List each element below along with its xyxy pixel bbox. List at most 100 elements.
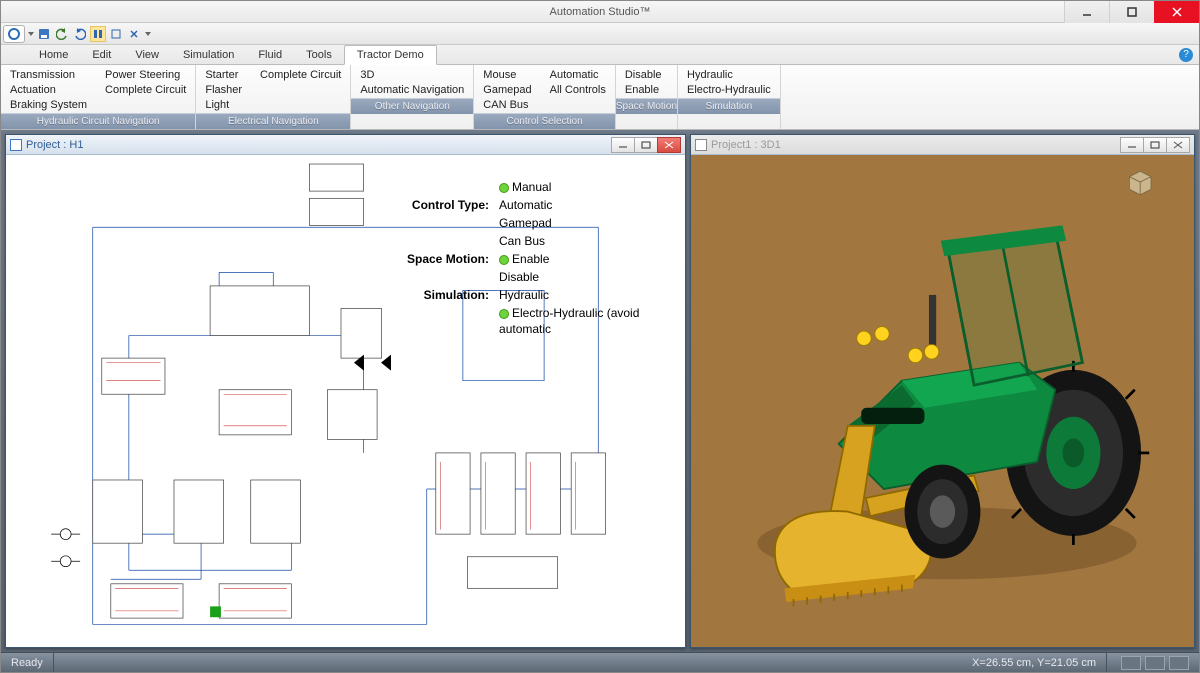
status-box-2[interactable] bbox=[1145, 656, 1165, 670]
quick-access-toolbar bbox=[1, 23, 1199, 45]
panel-schematic-header[interactable]: Project : H1 bbox=[6, 135, 685, 155]
schem-info-label bbox=[403, 215, 493, 231]
ribbon-group-label: Space Motion bbox=[616, 98, 677, 114]
schem-info-label bbox=[403, 233, 493, 249]
ribbon-tab-fluid[interactable]: Fluid bbox=[246, 46, 294, 64]
3d-viewport[interactable] bbox=[691, 155, 1194, 647]
ribbon-group-3: MouseGamepadCAN Bus AutomaticAll Controls… bbox=[474, 65, 616, 129]
ribbon-item[interactable]: Light bbox=[202, 98, 245, 113]
schematic-info-overlay: ManualControl Type:Automatic Gamepad Can B… bbox=[401, 177, 685, 339]
app-logo-button[interactable] bbox=[3, 25, 25, 43]
ribbon-group-2: 3DAutomatic NavigationOther Navigation bbox=[351, 65, 474, 129]
status-indicators bbox=[1107, 653, 1199, 672]
schem-info-label: Space Motion: bbox=[403, 251, 493, 267]
schem-info-value: Enable bbox=[495, 251, 683, 267]
ribbon-tab-tools[interactable]: Tools bbox=[294, 46, 344, 64]
panel-schematic: Project : H1 bbox=[5, 134, 686, 648]
ribbon-tab-view[interactable]: View bbox=[123, 46, 171, 64]
app-window: Automation Studio™ Home Edit View Simula… bbox=[0, 0, 1200, 673]
ribbon-group-label: Control Selection bbox=[474, 113, 615, 129]
schem-info-label: Simulation: bbox=[403, 287, 493, 303]
status-box-3[interactable] bbox=[1169, 656, 1189, 670]
ribbon-item[interactable]: Flasher bbox=[202, 83, 245, 98]
schematic-canvas-area[interactable]: ManualControl Type:Automatic Gamepad Can B… bbox=[6, 155, 685, 647]
workspace: Project : H1 bbox=[1, 130, 1199, 652]
status-ready: Ready bbox=[1, 653, 54, 672]
ribbon-item[interactable]: Power Steering bbox=[102, 68, 189, 83]
schem-info-value: Electro-Hydraulic (avoid automatic bbox=[495, 305, 683, 337]
qat-toggle-3-icon[interactable] bbox=[126, 26, 142, 42]
schem-info-label bbox=[403, 269, 493, 285]
status-box-1[interactable] bbox=[1121, 656, 1141, 670]
ribbon-item[interactable]: All Controls bbox=[547, 83, 609, 98]
ribbon-group-0: TransmissionActuationBraking System Power… bbox=[1, 65, 196, 129]
panel3d-maximize-button[interactable] bbox=[1143, 137, 1167, 153]
ribbon-item[interactable]: Disable bbox=[622, 68, 665, 83]
app-menu-dropdown-icon[interactable] bbox=[28, 32, 34, 36]
panel-3d-title: Project1 : 3D1 bbox=[711, 139, 781, 151]
panel-3d: Project1 : 3D1 bbox=[690, 134, 1195, 648]
qat-save-icon[interactable] bbox=[36, 26, 52, 42]
ribbon-tabstrip: Home Edit View Simulation Fluid Tools Tr… bbox=[1, 45, 1199, 65]
panel-schematic-title: Project : H1 bbox=[26, 139, 83, 151]
ribbon-item[interactable]: Starter bbox=[202, 68, 245, 83]
schem-info-label bbox=[403, 179, 493, 195]
qat-customize-icon[interactable] bbox=[145, 32, 151, 36]
ribbon-item[interactable]: Automatic Navigation bbox=[357, 83, 467, 98]
app-title: Automation Studio™ bbox=[550, 6, 651, 18]
window-minimize-button[interactable] bbox=[1064, 1, 1109, 23]
status-dot-icon bbox=[499, 255, 509, 265]
panel3d-close-button[interactable] bbox=[1166, 137, 1190, 153]
window-maximize-button[interactable] bbox=[1109, 1, 1154, 23]
panel3d-minimize-button[interactable] bbox=[1120, 137, 1144, 153]
ribbon-item[interactable]: Transmission bbox=[7, 68, 90, 83]
schem-info-label: Control Type: bbox=[403, 197, 493, 213]
qat-toggle-2-icon[interactable] bbox=[108, 26, 124, 42]
ribbon-item[interactable]: 3D bbox=[357, 68, 467, 83]
ribbon-group-label: Electrical Navigation bbox=[196, 113, 350, 129]
qat-toggle-1-icon[interactable] bbox=[90, 26, 106, 42]
panel-close-button[interactable] bbox=[657, 137, 681, 153]
ribbon-item[interactable]: Braking System bbox=[7, 98, 90, 113]
ribbon-item[interactable]: Electro-Hydraulic bbox=[684, 83, 774, 98]
titlebar: Automation Studio™ bbox=[1, 1, 1199, 23]
status-dot-icon bbox=[499, 309, 509, 319]
schem-info-value: Manual bbox=[495, 179, 683, 195]
ribbon-group-5: HydraulicElectro-HydraulicSimulation bbox=[678, 65, 781, 129]
ribbon-item[interactable]: Automatic bbox=[547, 68, 609, 83]
qat-undo-icon[interactable] bbox=[54, 26, 70, 42]
tractor-3d-scene bbox=[691, 155, 1194, 647]
window-close-button[interactable] bbox=[1154, 1, 1199, 23]
qat-redo-icon[interactable] bbox=[72, 26, 88, 42]
3d-doc-icon bbox=[695, 139, 707, 151]
ribbon-group-label: Hydraulic Circuit Navigation bbox=[1, 113, 195, 129]
panel-maximize-button[interactable] bbox=[634, 137, 658, 153]
panel-minimize-button[interactable] bbox=[611, 137, 635, 153]
ribbon-tab-simulation[interactable]: Simulation bbox=[171, 46, 246, 64]
schem-info-value: Disable bbox=[495, 269, 683, 285]
ribbon-item[interactable]: Mouse bbox=[480, 68, 534, 83]
help-icon[interactable]: ? bbox=[1179, 48, 1193, 62]
ribbon-group-label: Other Navigation bbox=[351, 98, 473, 114]
ribbon-group-1: StarterFlasherLight Complete Circuit Elect… bbox=[196, 65, 351, 129]
ribbon-item[interactable]: Gamepad bbox=[480, 83, 534, 98]
schem-info-value: Automatic bbox=[495, 197, 683, 213]
status-dot-icon bbox=[499, 183, 509, 193]
ribbon-item[interactable]: CAN Bus bbox=[480, 98, 534, 113]
ribbon-body: TransmissionActuationBraking System Power… bbox=[1, 65, 1199, 130]
ribbon-item[interactable]: Complete Circuit bbox=[102, 83, 189, 98]
ribbon-tab-edit[interactable]: Edit bbox=[80, 46, 123, 64]
ribbon-tab-tractor-demo[interactable]: Tractor Demo bbox=[344, 45, 437, 65]
schem-info-value: Gamepad bbox=[495, 215, 683, 231]
statusbar: Ready X=26.55 cm, Y=21.05 cm bbox=[1, 652, 1199, 672]
panel-schematic-controls bbox=[612, 137, 681, 153]
panel-3d-header[interactable]: Project1 : 3D1 bbox=[691, 135, 1194, 155]
ribbon-tab-home[interactable]: Home bbox=[27, 46, 80, 64]
status-coords: X=26.55 cm, Y=21.05 cm bbox=[962, 653, 1107, 672]
ribbon-item[interactable]: Hydraulic bbox=[684, 68, 774, 83]
panel-3d-controls bbox=[1121, 137, 1190, 153]
ribbon-item[interactable]: Complete Circuit bbox=[257, 68, 344, 83]
ribbon-item[interactable]: Actuation bbox=[7, 83, 90, 98]
ribbon-item[interactable]: Enable bbox=[622, 83, 665, 98]
schem-info-value: Can Bus bbox=[495, 233, 683, 249]
